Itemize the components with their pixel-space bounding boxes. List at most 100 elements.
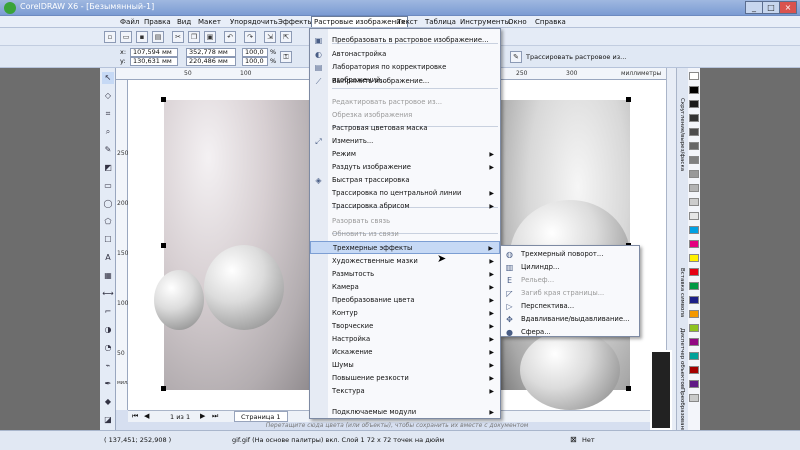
color-swatch[interactable] xyxy=(689,226,699,234)
color-swatch[interactable] xyxy=(689,184,699,192)
color-swatch[interactable] xyxy=(689,170,699,178)
height-field[interactable]: 220,486 мм xyxy=(186,57,236,66)
transparency-tool-icon[interactable]: ◔ xyxy=(102,342,114,354)
undo-icon[interactable]: ↶ xyxy=(224,31,236,43)
menu-item[interactable]: Размытость ▶ xyxy=(310,268,500,281)
print-icon[interactable]: ▤ xyxy=(152,31,164,43)
color-swatch[interactable] xyxy=(689,240,699,248)
color-swatch[interactable] xyxy=(689,198,699,206)
menu-item[interactable]: Контур ▶ xyxy=(310,307,500,320)
y-position-field[interactable]: 130,631 мм xyxy=(130,57,178,66)
menu-item[interactable]: Художественные мазки ▶ xyxy=(310,255,500,268)
bitmap-image-left[interactable] xyxy=(154,100,312,390)
shape-tool-icon[interactable]: ◇ xyxy=(102,90,114,102)
color-swatch[interactable] xyxy=(689,352,699,360)
x-position-field[interactable]: 107,594 мм xyxy=(130,48,178,57)
first-page-icon[interactable]: ⏮ xyxy=(132,412,138,421)
menu-item[interactable]: Трассировка абрисом ▶ xyxy=(310,200,500,213)
menu-item[interactable]: Преобразовать в растровое изображение...… xyxy=(310,34,500,47)
eyedropper-icon[interactable]: ⌁ xyxy=(102,360,114,372)
menu-text[interactable]: Текст xyxy=(395,17,420,27)
menu-item[interactable]: Трехмерные эффекты ▶ xyxy=(310,241,500,254)
docker-tab-object-manager[interactable]: Диспетчер объектов xyxy=(679,328,685,388)
menu-arrange[interactable]: Упорядочить xyxy=(228,17,280,27)
docker-tab-insert-char[interactable]: Вставка символа xyxy=(679,268,685,317)
menu-view[interactable]: Вид xyxy=(175,17,193,27)
next-page-icon[interactable]: ▶ xyxy=(200,412,205,420)
blend-tool-icon[interactable]: ◑ xyxy=(102,324,114,336)
copy-icon[interactable]: ❐ xyxy=(188,31,200,43)
width-field[interactable]: 352,778 мм xyxy=(186,48,236,57)
rectangle-tool-icon[interactable]: ▭ xyxy=(102,180,114,192)
selection-handle[interactable] xyxy=(161,243,166,248)
menu-table[interactable]: Таблица xyxy=(423,17,458,27)
color-swatch[interactable] xyxy=(689,380,699,388)
color-swatch[interactable] xyxy=(689,310,699,318)
submenu-item[interactable]: ✥ Вдавливание/выдавливание... xyxy=(501,313,639,326)
crop-tool-icon[interactable]: ⌗ xyxy=(102,108,114,120)
menu-item[interactable]: Творческие ▶ xyxy=(310,320,500,333)
menu-item[interactable]: Искажение ▶ xyxy=(310,346,500,359)
color-swatch[interactable] xyxy=(689,366,699,374)
color-swatch[interactable] xyxy=(689,212,699,220)
menu-item[interactable]: Трассировка по центральной линии ▶ xyxy=(310,187,500,200)
color-swatch[interactable] xyxy=(689,254,699,262)
freehand-tool-icon[interactable]: ✎ xyxy=(102,144,114,156)
menu-edit[interactable]: Правка xyxy=(142,17,173,27)
paste-icon[interactable]: ▣ xyxy=(204,31,216,43)
polygon-tool-icon[interactable]: ⬠ xyxy=(102,216,114,228)
prev-page-icon[interactable]: ◀ xyxy=(144,412,149,420)
close-button[interactable]: × xyxy=(779,1,797,14)
menu-item[interactable]: Режим ▶ xyxy=(310,148,500,161)
menu-item[interactable]: Повышение резкости ▶ xyxy=(310,372,500,385)
scale-y-field[interactable]: 100,0 xyxy=(242,57,268,66)
menu-item[interactable]: Настройка ▶ xyxy=(310,333,500,346)
color-swatch[interactable] xyxy=(689,156,699,164)
open-icon[interactable]: ▭ xyxy=(120,31,132,43)
selection-handle[interactable] xyxy=(161,386,166,391)
menu-file[interactable]: Файл xyxy=(118,17,141,27)
menu-item[interactable]: Изменить... ⤢ xyxy=(310,135,500,148)
submenu-item[interactable]: ▥ Цилиндр... xyxy=(501,261,639,274)
color-swatch[interactable] xyxy=(689,142,699,150)
menu-item[interactable]: Автонастройка ◐ xyxy=(310,48,500,61)
docker-tab-fillet[interactable]: Скругление/вырез/фаска xyxy=(679,98,685,171)
interactive-fill-icon[interactable]: ◪ xyxy=(102,414,114,426)
lock-ratio-icon[interactable]: ⚿ xyxy=(280,51,292,63)
vertical-ruler[interactable]: 250 200 150 100 50 миллиметры xyxy=(116,80,151,410)
connector-tool-icon[interactable]: ⌐ xyxy=(102,306,114,318)
new-document-icon[interactable]: ▫ xyxy=(104,31,116,43)
save-icon[interactable]: ▪ xyxy=(136,31,148,43)
minimize-button[interactable]: _ xyxy=(745,1,763,14)
smart-fill-icon[interactable]: ◩ xyxy=(102,162,114,174)
selection-handle[interactable] xyxy=(626,386,631,391)
import-icon[interactable]: ⇲ xyxy=(264,31,276,43)
menu-bitmaps[interactable]: Растровые изображения xyxy=(311,16,408,27)
menu-item[interactable]: Выпрямить изображение... ⟋ xyxy=(310,75,500,88)
trace-bitmap-icon[interactable]: ✎ xyxy=(510,51,522,63)
redo-icon[interactable]: ↷ xyxy=(244,31,256,43)
submenu-item[interactable]: ● Сфера... xyxy=(501,326,639,339)
trace-bitmap-button[interactable]: Трассировать растровое из... xyxy=(526,53,626,61)
table-tool-icon[interactable]: ▦ xyxy=(102,270,114,282)
menu-item[interactable]: Быстрая трассировка ◈ xyxy=(310,174,500,187)
color-swatch[interactable] xyxy=(689,268,699,276)
menu-item[interactable]: Текстура ▶ xyxy=(310,385,500,398)
export-icon[interactable]: ⇱ xyxy=(280,31,292,43)
menu-item[interactable]: Шумы ▶ xyxy=(310,359,500,372)
outline-pen-icon[interactable]: ✒ xyxy=(102,378,114,390)
docker-tab-transformations[interactable]: Преобразования xyxy=(679,388,685,436)
fill-tool-icon[interactable]: ◆ xyxy=(102,396,114,408)
maximize-button[interactable]: □ xyxy=(762,1,780,14)
menu-item[interactable]: Преобразование цвета ▶ xyxy=(310,294,500,307)
ellipse-tool-icon[interactable]: ◯ xyxy=(102,198,114,210)
menu-item[interactable]: Раздуть изображение ▶ xyxy=(310,161,500,174)
menu-item[interactable]: Камера ▶ xyxy=(310,281,500,294)
color-swatch[interactable] xyxy=(689,72,699,80)
color-swatch[interactable] xyxy=(689,394,699,402)
color-swatch[interactable] xyxy=(689,86,699,94)
menu-window[interactable]: Окно xyxy=(506,17,529,27)
selection-handle[interactable] xyxy=(161,97,166,102)
pick-tool-icon[interactable]: ↖ xyxy=(102,72,114,84)
color-swatch[interactable] xyxy=(689,100,699,108)
